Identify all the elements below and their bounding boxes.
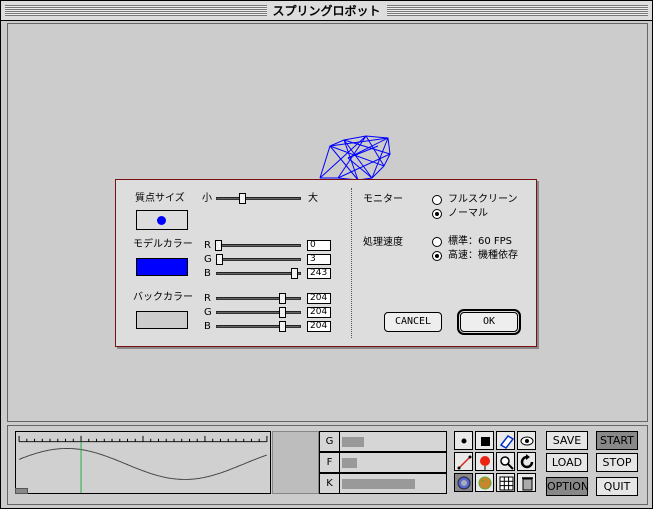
param-row-g[interactable]: G bbox=[319, 431, 447, 452]
size-max-label: 大 bbox=[308, 193, 318, 204]
back-color-g-track[interactable] bbox=[216, 311, 301, 314]
trash-tool-button[interactable] bbox=[517, 473, 536, 492]
timeline-scroll-thumb[interactable] bbox=[15, 488, 28, 494]
start-button[interactable]: START bbox=[596, 431, 638, 450]
ball-tool-button[interactable] bbox=[454, 473, 473, 492]
cookie-tool-button[interactable] bbox=[475, 473, 494, 492]
model-color-g-track[interactable] bbox=[216, 258, 301, 261]
radio-high-speed[interactable] bbox=[432, 251, 442, 261]
standard-speed-label: 標準：60 FPS bbox=[448, 236, 513, 247]
timeline-side-panel bbox=[272, 431, 319, 494]
model-color-g-label: G bbox=[204, 254, 212, 265]
mass-point-dot bbox=[157, 216, 166, 225]
balloon-tool-button[interactable] bbox=[475, 452, 494, 471]
eye-tool-button[interactable] bbox=[517, 431, 536, 450]
back-color-r-slider[interactable] bbox=[279, 293, 286, 304]
load-button[interactable]: LOAD bbox=[546, 453, 588, 472]
radio-fullscreen[interactable] bbox=[432, 195, 442, 205]
param-bar-k[interactable] bbox=[342, 479, 415, 489]
point-icon bbox=[461, 438, 467, 444]
back-color-label: バックカラー bbox=[133, 292, 193, 303]
balloon-icon bbox=[480, 456, 490, 470]
radio-standard-60fps[interactable] bbox=[432, 237, 442, 247]
model-color-b-value[interactable]: 243 bbox=[307, 268, 331, 279]
stop-button[interactable]: STOP bbox=[596, 453, 638, 472]
model-color-g-value[interactable]: 3 bbox=[307, 254, 331, 265]
option-button[interactable]: OPTION bbox=[546, 477, 589, 496]
monitor-label: モニター bbox=[363, 194, 403, 205]
cookie-icon bbox=[478, 476, 492, 490]
rotate-icon bbox=[520, 454, 534, 469]
square-tool-button[interactable] bbox=[475, 431, 494, 450]
ball-icon bbox=[457, 476, 471, 490]
control-panel: GFK SAVE LOAD OPTION START STOP QUIT bbox=[7, 425, 648, 505]
line-tool-button[interactable] bbox=[454, 452, 473, 471]
back-color-g-value[interactable]: 204 bbox=[307, 307, 331, 318]
eye-icon bbox=[520, 436, 534, 446]
eraser-icon bbox=[499, 435, 515, 449]
param-key-label: F bbox=[320, 453, 340, 472]
magnifier-tool-button[interactable] bbox=[496, 452, 515, 471]
normal-label: ノーマル bbox=[448, 208, 488, 219]
back-color-r-label: R bbox=[204, 293, 211, 304]
back-color-g-slider[interactable] bbox=[279, 307, 286, 318]
back-color-g-label: G bbox=[204, 307, 212, 318]
model-color-b-label: B bbox=[204, 268, 211, 279]
model-color-r-slider[interactable] bbox=[215, 240, 222, 251]
back-color-r-track[interactable] bbox=[216, 297, 301, 300]
line-icon bbox=[457, 455, 472, 470]
square-icon bbox=[481, 437, 490, 446]
waveform-timeline[interactable] bbox=[15, 431, 271, 494]
mass-size-preview bbox=[136, 210, 188, 230]
back-color-b-label: B bbox=[204, 321, 211, 332]
cancel-button[interactable]: CANCEL bbox=[384, 312, 442, 332]
model-color-r-value[interactable]: 0 bbox=[307, 240, 331, 251]
trash-icon bbox=[522, 477, 533, 491]
mass-size-slider[interactable] bbox=[239, 193, 246, 204]
model-color-label: モデルカラー bbox=[133, 239, 193, 250]
param-key-label: K bbox=[320, 474, 340, 493]
radio-normal[interactable] bbox=[432, 209, 442, 219]
back-color-b-value[interactable]: 204 bbox=[307, 321, 331, 332]
grid-icon bbox=[499, 476, 514, 491]
model-color-r-track[interactable] bbox=[216, 244, 301, 247]
rotate-tool-button[interactable] bbox=[517, 452, 536, 471]
option-dialog: 質点サイズ 小 大 モデルカラー R 0 G 3 B 243 バックカラー R 204 G 20… bbox=[115, 179, 537, 347]
model-color-g-slider[interactable] bbox=[216, 254, 223, 265]
param-key-label: G bbox=[320, 432, 340, 451]
mass-size-track[interactable] bbox=[216, 197, 301, 200]
param-bar-g[interactable] bbox=[342, 437, 364, 447]
dialog-divider bbox=[351, 188, 352, 338]
save-button[interactable]: SAVE bbox=[546, 431, 588, 450]
param-bar-f[interactable] bbox=[342, 458, 357, 468]
ok-button[interactable]: OK bbox=[457, 309, 521, 335]
model-color-b-track[interactable] bbox=[216, 272, 301, 275]
quit-button[interactable]: QUIT bbox=[596, 477, 638, 496]
back-color-swatch bbox=[136, 311, 188, 329]
app-window: スプリングロボット 質点サイズ 小 大 モデルカラー R 0 G 3 B 243… bbox=[0, 0, 653, 509]
mass-size-label: 質点サイズ bbox=[135, 193, 185, 204]
speed-label: 処理速度 bbox=[363, 237, 403, 248]
model-color-b-slider[interactable] bbox=[291, 268, 298, 279]
param-row-k[interactable]: K bbox=[319, 473, 447, 494]
point-tool-button[interactable] bbox=[454, 431, 473, 450]
model-color-r-label: R bbox=[204, 240, 211, 251]
param-row-f[interactable]: F bbox=[319, 452, 447, 473]
eraser-tool-button[interactable] bbox=[496, 431, 515, 450]
window-title: スプリングロボット bbox=[266, 3, 387, 19]
high-speed-label: 高速：機種依存 bbox=[448, 250, 518, 261]
size-min-label: 小 bbox=[202, 193, 212, 204]
magnifier-icon bbox=[500, 456, 514, 470]
model-color-swatch bbox=[136, 258, 188, 276]
title-bar[interactable]: スプリングロボット bbox=[1, 1, 652, 21]
spring-robot-model[interactable] bbox=[318, 134, 398, 184]
grid-tool-button[interactable] bbox=[496, 473, 515, 492]
fullscreen-label: フルスクリーン bbox=[448, 194, 518, 205]
back-color-r-value[interactable]: 204 bbox=[307, 293, 331, 304]
back-color-b-slider[interactable] bbox=[279, 321, 286, 332]
back-color-b-track[interactable] bbox=[216, 325, 301, 328]
